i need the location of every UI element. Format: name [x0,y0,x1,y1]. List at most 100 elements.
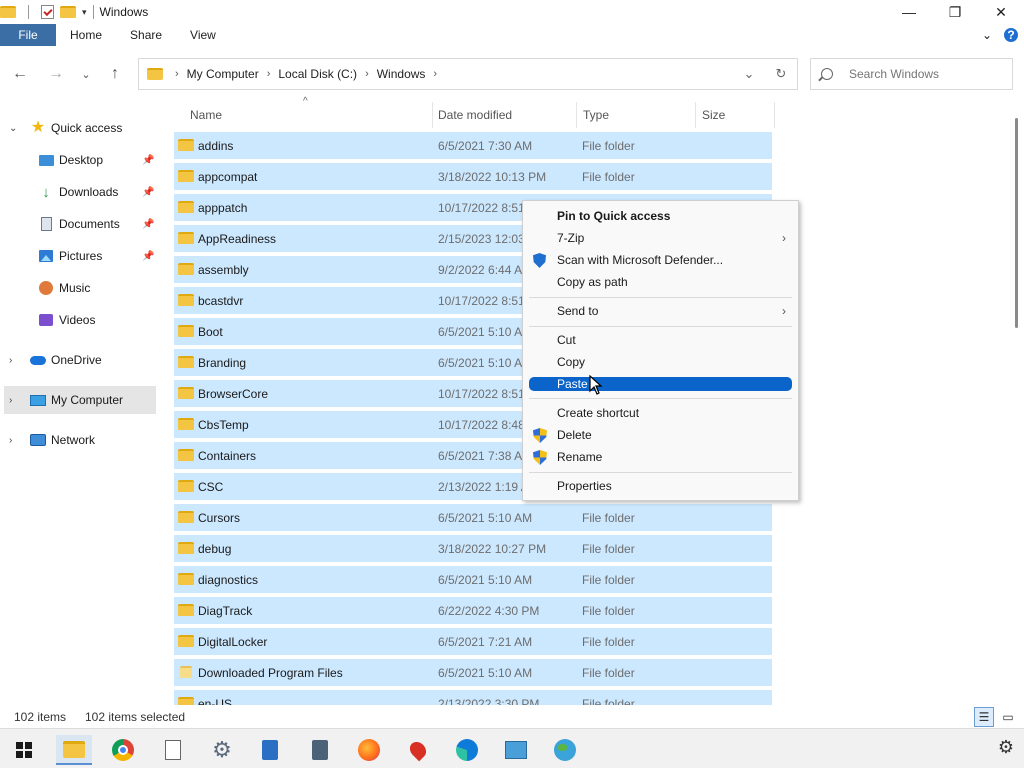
tab-home[interactable]: Home [56,28,116,42]
file-date-modified: 6/22/2022 4:30 PM [438,603,540,618]
details-view-icon[interactable]: ☰ [974,707,994,727]
chevron-right-icon[interactable]: › [267,68,271,80]
breadcrumb-my-computer[interactable]: My Computer [187,67,259,81]
taskbar-calculator[interactable] [302,735,338,765]
scrollbar-thumb[interactable] [1015,118,1018,328]
menu-item-properties[interactable]: Properties [529,476,792,496]
chevron-right-icon[interactable]: › [433,68,437,80]
menu-item-cut[interactable]: Cut [529,330,792,350]
file-type: File folder [582,665,635,680]
quick-access-toolbar: ▾ [0,5,87,19]
taskbar-globe-app[interactable] [547,735,583,765]
column-header-size[interactable]: Size [702,102,725,128]
address-dropdown-button[interactable]: ⌄ [733,66,765,82]
chevron-down-icon[interactable]: ⌄ [9,123,17,134]
pin-icon: 📌 [142,154,155,166]
help-icon[interactable]: ? [1004,28,1018,42]
window-title: Windows [99,5,149,19]
file-date-modified: 9/2/2022 6:44 AI [438,262,526,277]
taskbar-file-explorer[interactable] [56,735,92,765]
taskbar-chrome[interactable] [105,735,141,765]
column-header-date-modified[interactable]: Date modified [438,102,512,128]
search-box[interactable] [810,58,1013,90]
large-icons-view-icon[interactable]: ▭ [998,707,1018,727]
file-row[interactable]: debug 3/18/2022 10:27 PM File folder [174,535,772,562]
refresh-button[interactable]: ↻ [765,66,797,82]
file-row[interactable]: appcompat 3/18/2022 10:13 PM File folder [174,163,772,190]
menu-item-pin-to-quick-access[interactable]: Pin to Quick access [529,206,792,226]
taskbar-maps[interactable] [400,735,436,765]
tab-view[interactable]: View [176,28,230,42]
new-folder-icon[interactable] [60,6,76,18]
sidebar-item-network[interactable]: › Network [0,426,156,454]
sidebar-item-onedrive[interactable]: › OneDrive [0,346,156,374]
folder-icon [178,697,194,705]
breadcrumb-windows[interactable]: Windows [377,67,426,81]
tab-share[interactable]: Share [116,28,176,42]
chevron-right-icon[interactable]: › [9,355,12,366]
properties-icon[interactable] [41,5,54,19]
chevron-right-icon[interactable]: › [9,395,12,406]
chevron-right-icon: › [782,304,786,318]
forward-button[interactable]: → [46,64,66,84]
file-row[interactable]: en-US 2/13/2022 3:30 PM File folder [174,690,772,705]
menu-item-paste[interactable]: Paste [529,377,792,391]
menu-item-scan-with-defender[interactable]: Scan with Microsoft Defender... [529,250,792,270]
menu-item-create-shortcut[interactable]: Create shortcut [529,403,792,423]
menu-item-delete[interactable]: Delete [529,425,792,445]
close-button[interactable]: ✕ [978,0,1024,24]
back-button[interactable]: ← [10,64,30,84]
sidebar-item-documents[interactable]: Documents 📌 [0,210,156,238]
taskbar-blank-file[interactable] [155,735,191,765]
navigation-bar: ← → ⌄ ↑ › My Computer › Local Disk (C:) › … [0,56,1024,92]
menu-item-7zip[interactable]: 7-Zip › [529,228,792,248]
menu-item-copy-as-path[interactable]: Copy as path [529,272,792,292]
address-bar[interactable]: › My Computer › Local Disk (C:) › Windows ›… [138,58,798,90]
file-type: File folder [582,696,635,706]
file-row[interactable]: DiagTrack 6/22/2022 4:30 PM File folder [174,597,772,624]
search-input[interactable] [849,67,999,81]
taskbar-edge[interactable] [449,735,485,765]
menu-item-send-to[interactable]: Send to › [529,301,792,321]
chevron-right-icon[interactable]: › [365,68,369,80]
sidebar-item-downloads[interactable]: ↓ Downloads 📌 [0,178,156,206]
folder-icon [178,418,194,430]
taskbar-notepad[interactable] [252,735,288,765]
vertical-scrollbar[interactable] [1010,100,1024,705]
taskbar-control-panel[interactable] [498,735,534,765]
column-header-type[interactable]: Type [583,102,609,128]
minimize-button[interactable]: — [886,0,932,24]
sidebar-item-videos[interactable]: Videos [0,306,156,334]
breadcrumb-local-disk[interactable]: Local Disk (C:) [278,67,357,81]
file-row[interactable]: addins 6/5/2021 7:30 AM File folder [174,132,772,159]
sidebar-item-pictures[interactable]: Pictures 📌 [0,242,156,270]
maximize-button[interactable]: ❐ [932,0,978,24]
sidebar-item-my-computer[interactable]: › My Computer [4,386,156,414]
menu-item-rename[interactable]: Rename [529,447,792,467]
file-name: Boot [198,324,223,339]
up-button[interactable]: ↑ [105,64,125,84]
menu-item-copy[interactable]: Copy [529,352,792,372]
file-row[interactable]: diagnostics 6/5/2021 5:10 AM File folder [174,566,772,593]
tab-file[interactable]: File [0,24,56,46]
sidebar-item-quick-access[interactable]: ⌄ ★ Quick access [0,114,156,142]
file-row[interactable]: DigitalLocker 6/5/2021 7:21 AM File folder [174,628,772,655]
chevron-right-icon[interactable]: › [9,435,12,446]
taskbar-settings[interactable]: ⚙ [204,735,240,765]
file-date-modified: 10/17/2022 8:51 [438,386,525,401]
file-type: File folder [582,541,635,556]
recent-locations-button[interactable]: ⌄ [76,64,96,84]
sidebar-item-music[interactable]: Music [0,274,156,302]
sidebar-item-desktop[interactable]: Desktop 📌 [0,146,156,174]
taskbar-settings-gear-icon[interactable]: ⚙ [998,737,1014,758]
chevron-right-icon[interactable]: › [175,68,179,80]
column-header-name[interactable]: Name [190,102,222,128]
customize-toolbar-dropdown[interactable]: ▾ [82,7,87,18]
taskbar-firefox[interactable] [351,735,387,765]
expand-ribbon-button[interactable]: ⌄ [982,28,992,42]
file-row[interactable]: Cursors 6/5/2021 5:10 AM File folder [174,504,772,531]
start-button[interactable] [6,735,42,765]
folder-icon [178,325,194,337]
file-row[interactable]: Downloaded Program Files 6/5/2021 5:10 AM… [174,659,772,686]
file-date-modified: 3/18/2022 10:13 PM [438,169,547,184]
